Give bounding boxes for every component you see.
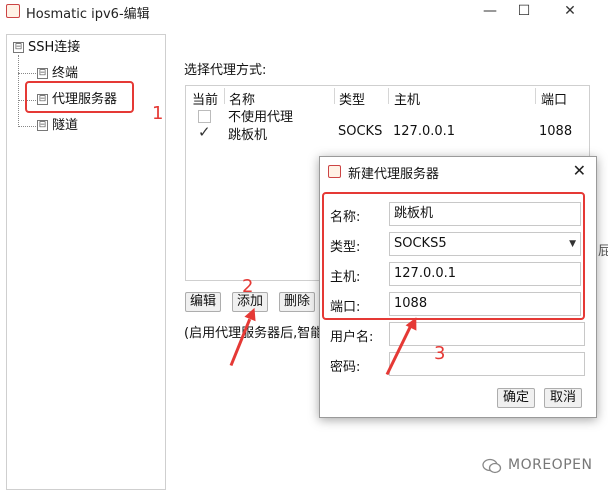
close-button[interactable]: ✕ — [556, 2, 584, 20]
cell-type: SOCKS — [338, 124, 383, 139]
column-header-type[interactable]: 类型 — [339, 89, 365, 108]
app-icon — [6, 4, 20, 18]
tree-item-label: 终端 — [52, 66, 79, 81]
row-checkbox-checked[interactable]: ✓ — [198, 123, 211, 141]
username-label: 用户名: — [330, 330, 374, 345]
cell-port: 1088 — [539, 124, 573, 139]
tree-connector — [18, 55, 19, 127]
password-label: 密码: — [330, 360, 361, 375]
dialog-close-button[interactable]: ✕ — [573, 161, 586, 180]
window-title: Hosmatic ipv6-编辑 — [26, 7, 150, 22]
highlight-box-proxy — [25, 81, 134, 113]
collapse-icon[interactable]: ⊟ — [13, 42, 24, 53]
tree-item-ssh[interactable]: ⊟ SSH连接 — [13, 37, 80, 59]
column-divider — [535, 88, 536, 104]
watermark-text: MOREOPEN — [508, 457, 593, 473]
dialog-title: 新建代理服务器 — [348, 167, 440, 182]
ok-button[interactable]: 确定 — [497, 388, 535, 408]
annotation-number-1: 1 — [152, 103, 164, 124]
section-title: 选择代理方式: — [184, 63, 267, 78]
highlight-box-fields — [322, 192, 585, 320]
edit-button[interactable]: 编辑 — [185, 292, 221, 312]
annotation-number-2: 2 — [242, 276, 254, 297]
column-header-host[interactable]: 主机 — [394, 89, 420, 108]
column-divider — [224, 88, 225, 104]
minimize-button[interactable]: — — [476, 2, 504, 20]
password-input[interactable] — [389, 352, 585, 376]
cell-name: 不使用代理 — [228, 110, 294, 125]
row-checkbox[interactable] — [198, 110, 211, 123]
maximize-button[interactable]: ☐ — [510, 2, 538, 20]
clipped-text: 屁 — [598, 244, 608, 259]
app-icon — [328, 165, 341, 178]
title-bar: Hosmatic ipv6-编辑 — ☐ ✕ — [0, 0, 608, 22]
tree-item-label: SSH连接 — [28, 40, 81, 55]
delete-button[interactable]: 删除 — [279, 292, 315, 312]
annotation-number-3: 3 — [434, 343, 446, 364]
cancel-button[interactable]: 取消 — [544, 388, 582, 408]
collapse-icon: ⊟ — [37, 120, 48, 131]
column-header-current[interactable]: 当前 — [192, 89, 218, 108]
proxy-hint-text: (启用代理服务器后,智能 — [184, 326, 324, 341]
collapse-icon: ⊟ — [37, 68, 48, 79]
cell-name: 跳板机 — [228, 128, 268, 143]
wechat-icon — [482, 458, 502, 474]
tree-connector — [18, 126, 36, 127]
tree-item-tunnel[interactable]: ⊟ 隧道 — [37, 115, 78, 137]
cell-host: 127.0.0.1 — [393, 124, 456, 139]
column-header-port[interactable]: 端口 — [541, 89, 567, 108]
column-divider — [334, 88, 335, 104]
tree-connector — [18, 73, 36, 74]
column-divider — [388, 88, 389, 104]
tree-item-label: 隧道 — [52, 118, 79, 133]
